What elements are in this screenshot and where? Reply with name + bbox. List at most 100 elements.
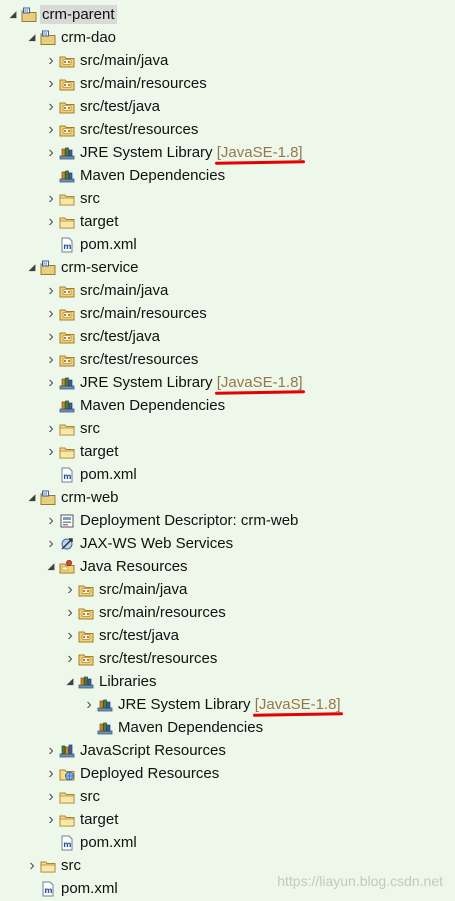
tree-item-label: pom.xml bbox=[78, 465, 139, 484]
collapsed-arrow-icon[interactable] bbox=[44, 509, 58, 532]
collapsed-arrow-icon[interactable] bbox=[63, 601, 77, 624]
tree-item-src-test-java[interactable]: src/test/java bbox=[0, 95, 455, 118]
collapsed-arrow-icon[interactable] bbox=[44, 187, 58, 210]
tree-item-jre-system-library[interactable]: JRE System Library [JavaSE-1.8] bbox=[0, 693, 455, 716]
expanded-arrow-icon[interactable] bbox=[25, 486, 39, 509]
collapsed-arrow-icon[interactable] bbox=[25, 854, 39, 877]
folder-icon bbox=[59, 444, 75, 460]
tree-item-text: src/test/java bbox=[80, 98, 161, 115]
tree-item-src[interactable]: src bbox=[0, 417, 455, 440]
tree-item-src-test-resources[interactable]: src/test/resources bbox=[0, 118, 455, 141]
folder-icon bbox=[59, 421, 75, 437]
collapsed-arrow-icon[interactable] bbox=[44, 302, 58, 325]
tree-item-label: target bbox=[78, 442, 120, 461]
tree-item-crm-service[interactable]: Mcrm-service bbox=[0, 256, 455, 279]
tree-item-crm-dao[interactable]: Mcrm-dao bbox=[0, 26, 455, 49]
collapsed-arrow-icon[interactable] bbox=[82, 693, 96, 716]
tree-item-label: src/test/resources bbox=[97, 649, 219, 668]
tree-item-src-main-resources[interactable]: src/main/resources bbox=[0, 601, 455, 624]
tree-item-jax-ws-web-services[interactable]: JAX-WS Web Services bbox=[0, 532, 455, 555]
tree-item-src-main-java[interactable]: src/main/java bbox=[0, 279, 455, 302]
collapsed-arrow-icon[interactable] bbox=[44, 279, 58, 302]
tree-item-src-test-java[interactable]: src/test/java bbox=[0, 325, 455, 348]
tree-item-label: crm-parent bbox=[40, 5, 117, 24]
tree-item-label: src/test/java bbox=[78, 327, 162, 346]
collapsed-arrow-icon[interactable] bbox=[44, 739, 58, 762]
tree-item-src-test-java[interactable]: src/test/java bbox=[0, 624, 455, 647]
tree-item-java-resources[interactable]: Java Resources bbox=[0, 555, 455, 578]
source-folder-icon bbox=[59, 122, 75, 138]
tree-item-javascript-resources[interactable]: JavaScript Resources bbox=[0, 739, 455, 762]
collapsed-arrow-icon[interactable] bbox=[44, 417, 58, 440]
expanded-arrow-icon[interactable] bbox=[25, 26, 39, 49]
tree-item-pom-xml[interactable]: m pom.xml bbox=[0, 233, 455, 256]
collapsed-arrow-icon[interactable] bbox=[44, 95, 58, 118]
expanded-arrow-icon[interactable] bbox=[25, 256, 39, 279]
tree-item-maven-dependencies[interactable]: Maven Dependencies bbox=[0, 394, 455, 417]
tree-item-target[interactable]: target bbox=[0, 210, 455, 233]
tree-item-jre-system-library[interactable]: JRE System Library [JavaSE-1.8] bbox=[0, 141, 455, 164]
watermark: https://liayun.blog.csdn.net bbox=[277, 873, 443, 889]
collapsed-arrow-icon[interactable] bbox=[63, 624, 77, 647]
tree-item-src-main-java[interactable]: src/main/java bbox=[0, 49, 455, 72]
collapsed-arrow-icon[interactable] bbox=[44, 808, 58, 831]
tree-item-target[interactable]: target bbox=[0, 440, 455, 463]
svg-text:M: M bbox=[43, 31, 47, 37]
tree-item-src[interactable]: src bbox=[0, 187, 455, 210]
pom-file-icon: m bbox=[59, 237, 75, 253]
source-folder-icon bbox=[59, 329, 75, 345]
collapsed-arrow-icon[interactable] bbox=[63, 578, 77, 601]
tree-item-maven-dependencies[interactable]: Maven Dependencies bbox=[0, 164, 455, 187]
tree-item-src-main-java[interactable]: src/main/java bbox=[0, 578, 455, 601]
collapsed-arrow-icon[interactable] bbox=[44, 210, 58, 233]
collapsed-arrow-icon[interactable] bbox=[44, 141, 58, 164]
collapsed-arrow-icon[interactable] bbox=[44, 348, 58, 371]
expanded-arrow-icon[interactable] bbox=[44, 555, 58, 578]
tree-item-src-main-resources[interactable]: src/main/resources bbox=[0, 302, 455, 325]
collapsed-arrow-icon[interactable] bbox=[44, 762, 58, 785]
tree-item-label: src/main/resources bbox=[97, 603, 228, 622]
collapsed-arrow-icon[interactable] bbox=[44, 371, 58, 394]
tree-item-deployment-descriptor-crm-web[interactable]: Deployment Descriptor: crm-web bbox=[0, 509, 455, 532]
tree-item-maven-dependencies[interactable]: Maven Dependencies bbox=[0, 716, 455, 739]
tree-item-text: src bbox=[80, 788, 100, 805]
deployment-descriptor-icon bbox=[59, 513, 75, 529]
tree-item-label: crm-web bbox=[59, 488, 121, 507]
tree-item-src-test-resources[interactable]: src/test/resources bbox=[0, 647, 455, 670]
tree-item-text: target bbox=[80, 811, 119, 828]
tree-item-crm-parent[interactable]: Mcrm-parent bbox=[0, 3, 455, 26]
collapsed-arrow-icon[interactable] bbox=[44, 72, 58, 95]
pom-file-icon: m bbox=[59, 835, 75, 851]
collapsed-arrow-icon[interactable] bbox=[44, 118, 58, 141]
tree-item-deployed-resources[interactable]: Deployed Resources bbox=[0, 762, 455, 785]
tree-item-libraries[interactable]: Libraries bbox=[0, 670, 455, 693]
tree-item-target[interactable]: target bbox=[0, 808, 455, 831]
library-icon bbox=[59, 398, 75, 414]
collapsed-arrow-icon[interactable] bbox=[44, 532, 58, 555]
tree-item-src-test-resources[interactable]: src/test/resources bbox=[0, 348, 455, 371]
tree-item-jre-system-library[interactable]: JRE System Library [JavaSE-1.8] bbox=[0, 371, 455, 394]
tree-item-label: Maven Dependencies bbox=[116, 718, 265, 737]
tree-item-label: JRE System Library [JavaSE-1.8] bbox=[78, 143, 305, 162]
expanded-arrow-icon[interactable] bbox=[6, 3, 20, 26]
deployed-resources-icon bbox=[59, 766, 75, 782]
collapsed-arrow-icon[interactable] bbox=[63, 647, 77, 670]
expanded-arrow-icon[interactable] bbox=[63, 670, 77, 693]
collapsed-arrow-icon[interactable] bbox=[44, 49, 58, 72]
tree-item-src[interactable]: src bbox=[0, 785, 455, 808]
tree-item-text: pom.xml bbox=[80, 466, 137, 483]
tree-item-crm-web[interactable]: Mcrm-web bbox=[0, 486, 455, 509]
collapsed-arrow-icon[interactable] bbox=[44, 785, 58, 808]
tree-item-pom-xml[interactable]: m pom.xml bbox=[0, 463, 455, 486]
tree-item-pom-xml[interactable]: m pom.xml bbox=[0, 831, 455, 854]
tree-item-text: JRE System Library bbox=[118, 696, 251, 713]
tree-item-text: Libraries bbox=[99, 673, 157, 690]
collapsed-arrow-icon[interactable] bbox=[44, 325, 58, 348]
tree-item-label: target bbox=[78, 212, 120, 231]
svg-text:m: m bbox=[44, 886, 52, 895]
tree-item-src-main-resources[interactable]: src/main/resources bbox=[0, 72, 455, 95]
tree-item-text: JAX-WS Web Services bbox=[80, 535, 234, 552]
collapsed-arrow-icon[interactable] bbox=[44, 440, 58, 463]
tree-item-label: JRE System Library [JavaSE-1.8] bbox=[78, 373, 305, 392]
source-folder-icon bbox=[59, 76, 75, 92]
